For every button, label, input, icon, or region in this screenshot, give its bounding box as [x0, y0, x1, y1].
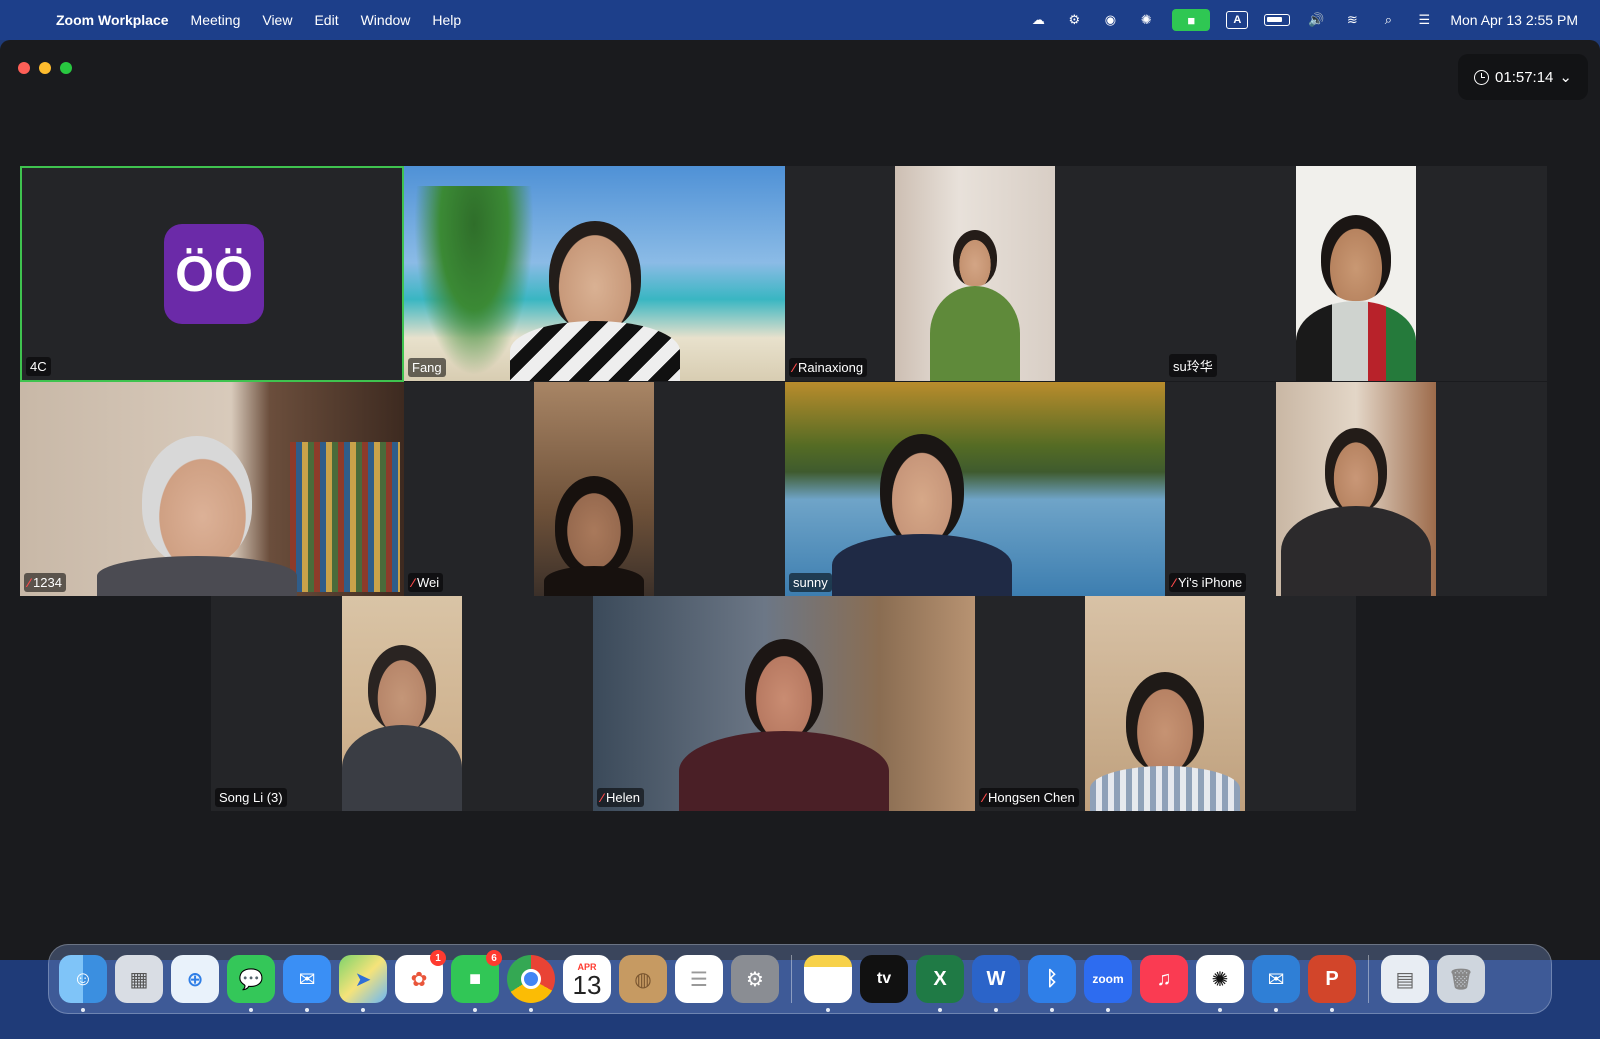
participant-name: ⁄ Hongsen Chen: [979, 788, 1079, 807]
bluetooth-icon[interactable]: ᛒ: [1028, 955, 1076, 1012]
appletv-icon[interactable]: tv: [860, 955, 908, 1003]
dock-separator: [1368, 955, 1369, 1003]
zoom-meeting-window: 01:57:14 ⌄ ÖÖ 4C Fang ⁄ Rainaxiong su玲华 …: [0, 40, 1600, 960]
menu-clock[interactable]: Mon Apr 13 2:55 PM: [1450, 12, 1578, 28]
participant-video: [534, 382, 654, 596]
mic-muted-icon: ⁄: [1173, 575, 1176, 590]
contacts-icon[interactable]: ◍: [619, 955, 667, 1003]
messages-icon[interactable]: 💬: [227, 955, 275, 1012]
creative-cloud-icon[interactable]: ☁: [1028, 11, 1048, 29]
zoom-status-icon[interactable]: ◉: [1100, 11, 1120, 29]
trash-icon[interactable]: 🗑: [1437, 955, 1485, 1003]
close-window-button[interactable]: [18, 62, 30, 74]
participant-name: ⁄ Helen: [597, 788, 644, 807]
backup-icon[interactable]: ⚙: [1064, 11, 1084, 29]
bookshelf-background: [290, 442, 400, 592]
participant-video: [1085, 596, 1245, 811]
downloads-icon[interactable]: ▤: [1381, 955, 1429, 1003]
chrome-icon[interactable]: [507, 955, 555, 1012]
launchpad-icon[interactable]: ▦: [115, 955, 163, 1003]
calendar-icon[interactable]: APR 13: [563, 955, 611, 1003]
zoom-icon[interactable]: zoom: [1084, 955, 1132, 1012]
participant-name: Fang: [408, 358, 446, 377]
participant-video: [96, 436, 297, 596]
participant-name: sunny: [789, 573, 832, 592]
menu-window[interactable]: Window: [350, 12, 422, 28]
clock-icon: [1474, 69, 1490, 85]
participant-name: ⁄ Yi's iPhone: [1169, 573, 1247, 592]
participant-tile-su[interactable]: su玲华: [1165, 166, 1547, 381]
chatgpt-icon[interactable]: ✺: [1196, 955, 1244, 1012]
participant-name: ⁄ Wei: [408, 573, 444, 592]
participant-tile-4c[interactable]: ÖÖ 4C: [20, 166, 404, 382]
volume-icon[interactable]: 🔊: [1306, 11, 1326, 29]
outlook-icon[interactable]: ✉: [1252, 955, 1300, 1012]
app-menu[interactable]: Zoom Workplace: [56, 12, 180, 28]
spotlight-search-icon[interactable]: ⌕: [1378, 11, 1398, 29]
mic-muted-icon: ⁄: [28, 575, 31, 590]
participant-tile-sunny[interactable]: sunny: [785, 382, 1165, 596]
participant-name: su玲华: [1169, 354, 1217, 377]
control-center-icon[interactable]: ☰: [1414, 11, 1434, 29]
photos-icon[interactable]: ✿ 1: [395, 950, 446, 1003]
powerpoint-icon[interactable]: P: [1308, 955, 1356, 1012]
participant-video: [895, 166, 1055, 381]
facetime-icon[interactable]: ■ 6: [451, 950, 502, 1012]
meeting-timer[interactable]: 01:57:14 ⌄: [1458, 54, 1588, 100]
participant-tile-wei[interactable]: ⁄ Wei: [404, 382, 785, 596]
participant-video: [1296, 166, 1416, 381]
camera-in-use-icon[interactable]: ■: [1172, 9, 1211, 31]
mic-muted-icon: ⁄: [793, 360, 796, 375]
participant-video: [679, 639, 889, 811]
participant-name: ⁄ Rainaxiong: [789, 358, 868, 377]
reminders-icon[interactable]: ☰: [675, 955, 723, 1003]
window-controls: [18, 62, 72, 74]
excel-icon[interactable]: X: [916, 955, 964, 1012]
participant-tile-hongsen-chen[interactable]: ⁄ Hongsen Chen: [975, 596, 1356, 811]
wifi-icon[interactable]: ≋: [1342, 11, 1362, 29]
input-source-icon[interactable]: A: [1226, 11, 1249, 29]
settings-icon[interactable]: ⚙: [731, 955, 779, 1003]
participant-tile-fang[interactable]: Fang: [404, 166, 785, 381]
participant-tile-helen[interactable]: ⁄ Helen: [593, 596, 975, 811]
participant-video: [342, 596, 462, 811]
participant-name: Song Li (3): [215, 788, 287, 807]
safari-icon[interactable]: ⊕: [171, 955, 219, 1003]
participant-avatar-logo-icon: ÖÖ: [164, 224, 264, 324]
menu-view[interactable]: View: [251, 12, 303, 28]
participant-tile-rainaxiong[interactable]: ⁄ Rainaxiong: [785, 166, 1165, 381]
menu-meeting[interactable]: Meeting: [180, 12, 252, 28]
chatgpt-status-icon[interactable]: ✺: [1136, 11, 1156, 29]
participant-video: [1276, 382, 1436, 596]
menu-bar: Zoom Workplace Meeting View Edit Window …: [0, 0, 1600, 40]
participant-video: [831, 434, 1012, 596]
participant-video: [509, 221, 680, 381]
mic-muted-icon: ⁄: [412, 575, 415, 590]
chevron-down-icon: ⌄: [1559, 69, 1572, 86]
participant-name: 4C: [26, 357, 51, 376]
dock: ☺ ▦ ⊕ 💬 ✉ ➤ ✿ 1 ■ 6 APR 13 ◍ ☰ ⚙ tv X W ᛒ …: [48, 944, 1552, 1014]
mail-icon[interactable]: ✉: [283, 955, 331, 1012]
participant-name: ⁄ 1234: [24, 573, 66, 592]
participant-tile-1234[interactable]: ⁄ 1234: [20, 382, 404, 596]
finder-icon[interactable]: ☺: [59, 955, 107, 1012]
battery-icon[interactable]: [1264, 14, 1291, 26]
music-icon[interactable]: ♫: [1140, 955, 1188, 1003]
mic-muted-icon: ⁄: [601, 790, 604, 805]
participant-tile-song-li[interactable]: Song Li (3): [211, 596, 593, 811]
participant-tile-yis-iphone[interactable]: ⁄ Yi's iPhone: [1165, 382, 1547, 596]
meeting-timer-value: 01:57:14: [1495, 68, 1554, 86]
minimize-window-button[interactable]: [39, 62, 51, 74]
word-icon[interactable]: W: [972, 955, 1020, 1012]
maps-icon[interactable]: ➤: [339, 955, 387, 1012]
notes-icon[interactable]: [804, 955, 852, 1012]
menu-edit[interactable]: Edit: [303, 12, 349, 28]
dock-separator: [791, 955, 792, 1003]
menu-help[interactable]: Help: [421, 12, 472, 28]
fullscreen-window-button[interactable]: [60, 62, 72, 74]
mic-muted-icon: ⁄: [983, 790, 986, 805]
